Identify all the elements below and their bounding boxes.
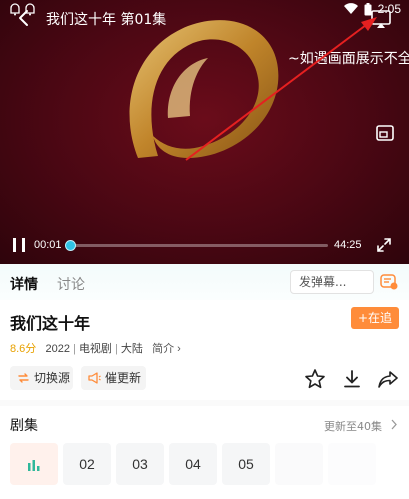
follow-button[interactable]: +在追 (351, 307, 399, 329)
score: 8.6分 (10, 343, 37, 355)
region: 大陆 (120, 343, 143, 355)
meta-separator: | (115, 343, 118, 355)
notice-marquee: ~如遇画面展示不全 (288, 51, 409, 67)
tab-discussion[interactable]: 讨论 (57, 274, 85, 294)
switch-icon (18, 373, 29, 383)
back-icon[interactable] (14, 7, 36, 29)
video-player[interactable]: 2:05 我们这十年 第01集 ~如遇画面展示不全 00:01 44:25 (0, 0, 409, 264)
star-icon[interactable] (304, 368, 326, 390)
switch-source-button[interactable]: 切换源 (10, 366, 73, 390)
danmaku-input[interactable]: 发弹幕... (290, 270, 374, 294)
video-title: 我们这十年 第01集 (46, 12, 167, 28)
download-icon[interactable] (341, 368, 363, 390)
episodes-title: 剧集 (10, 418, 38, 434)
fullscreen-icon[interactable] (374, 235, 394, 255)
player-controls: 00:01 44:25 (0, 230, 409, 260)
danmaku-toggle-icon[interactable] (380, 273, 398, 291)
year: 2022 (45, 343, 70, 355)
episode-item[interactable] (328, 443, 376, 485)
episode-01-playing[interactable] (10, 443, 58, 485)
urge-update-label: 催更新 (105, 371, 142, 385)
episode-item[interactable] (275, 443, 323, 485)
intro-label: 简介 (152, 343, 175, 355)
show-title: 我们这十年 (10, 314, 91, 333)
episodes-update-link[interactable]: 更新至40集 (324, 418, 382, 434)
genre: 电视剧 (78, 343, 112, 355)
episode-item[interactable]: 03 (116, 443, 164, 485)
player-top-bar: 我们这十年 第01集 (0, 4, 409, 32)
meta-separator: | (73, 343, 76, 355)
show-meta: 8.6分 2022 | 电视剧 | 大陆 简介 › (10, 340, 181, 356)
tab-details[interactable]: 详情 (10, 274, 38, 294)
episode-item[interactable]: 05 (222, 443, 270, 485)
share-icon[interactable] (377, 368, 399, 390)
urge-update-button[interactable]: 催更新 (81, 366, 146, 390)
tab-bar: 详情 讨论 发弹幕... (0, 264, 409, 300)
megaphone-icon (88, 372, 101, 384)
switch-source-label: 切换源 (34, 371, 71, 385)
chevron-right-icon: › (177, 343, 181, 355)
total-time: 44:25 (334, 239, 362, 251)
playing-bars-icon (28, 460, 40, 472)
episode-item[interactable]: 04 (169, 443, 217, 485)
picture-in-picture-icon[interactable] (374, 122, 396, 144)
episode-item[interactable]: 02 (63, 443, 111, 485)
cast-icon[interactable] (368, 6, 394, 32)
section-divider (0, 400, 409, 406)
intro-link[interactable]: 简介 › (152, 343, 181, 355)
progress-bar[interactable] (65, 240, 328, 251)
current-time: 00:01 (34, 239, 62, 251)
video-logo-art (129, 20, 279, 158)
chevron-right-icon[interactable] (390, 419, 398, 430)
progress-knob[interactable] (65, 240, 76, 251)
pause-icon[interactable] (10, 236, 28, 254)
